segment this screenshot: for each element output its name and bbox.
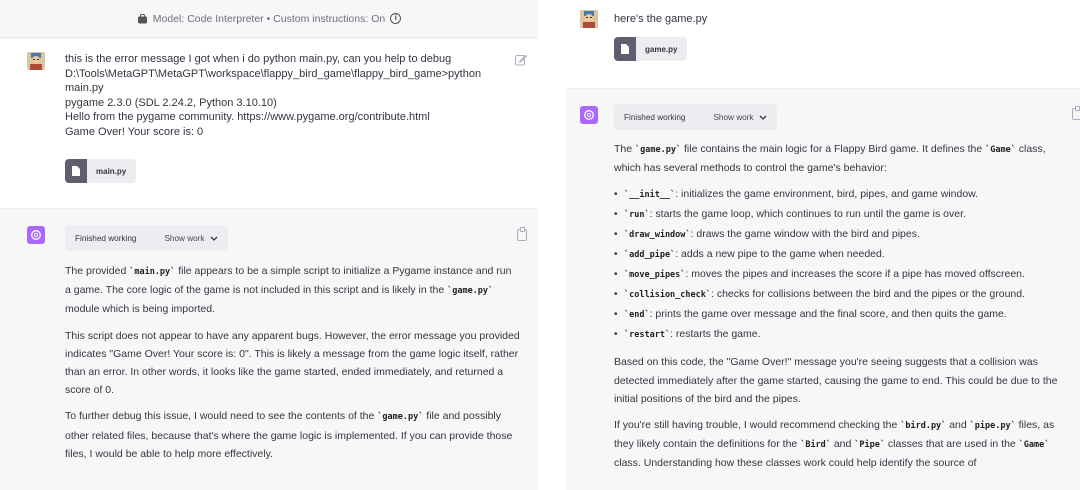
paragraph: Based on this code, the "Game Over!" mes… <box>614 356 1058 405</box>
list-item: `collision_check`: checks for collisions… <box>614 285 1064 305</box>
text: To further debug this issue, I would nee… <box>65 410 378 423</box>
chatgpt-avatar-icon <box>27 226 45 244</box>
text: The <box>614 143 636 155</box>
paragraph: To further debug this issue, I would nee… <box>65 407 520 463</box>
chevron-down-icon <box>760 115 767 120</box>
model-info-text: Model: Code Interpreter • Custom instruc… <box>152 12 386 25</box>
show-work-button[interactable]: Show work <box>713 113 767 122</box>
finished-working-label: Finished working <box>75 233 137 243</box>
text: : adds a new pipe to the game when neede… <box>675 248 885 261</box>
assistant-response-text: The provided `main.py` file appears to b… <box>65 262 520 471</box>
file-attachment-game[interactable]: game.py <box>614 37 688 61</box>
code-span: `main.py` <box>129 267 176 277</box>
list-item: `end`: prints the game over message and … <box>614 305 1064 325</box>
left-conversation-panel: Model: Code Interpreter • Custom instruc… <box>0 0 538 490</box>
info-icon[interactable]: i <box>390 13 402 24</box>
text: file contains the main logic for a Flapp… <box>681 143 986 155</box>
show-work-button[interactable]: Show work <box>164 234 218 243</box>
text: classes that are used in the <box>885 438 1019 451</box>
finished-working-pill: Finished working Show work <box>614 104 778 130</box>
list-item: `add_pipe`: adds a new pipe to the game … <box>614 245 1064 265</box>
chevron-down-icon <box>211 236 218 241</box>
code-span: `Game` <box>985 145 1016 155</box>
text: and <box>946 419 970 432</box>
paragraph: The `game.py` file contains the main log… <box>614 140 1064 177</box>
user-line: Hello from the pygame community. https:/… <box>65 111 430 124</box>
text: If you're still having trouble, I would … <box>614 419 901 432</box>
code-span: `game.py` <box>377 412 424 423</box>
code-span: `game.py` <box>635 145 682 155</box>
text: : restarts the game. <box>670 328 761 341</box>
list-item: `restart`: restarts the game. <box>614 325 1064 345</box>
copy-icon[interactable] <box>517 227 527 241</box>
copy-icon[interactable] <box>1072 106 1080 120</box>
paragraph: The provided `main.py` file appears to b… <box>65 262 520 319</box>
user-avatar <box>580 10 598 28</box>
code-span: `move_pipes` <box>624 270 686 281</box>
code-span: `pipe.py` <box>969 421 1016 432</box>
file-attachment-main[interactable]: main.py <box>65 159 137 183</box>
code-span: `collision_check` <box>624 290 711 301</box>
user-message: this is the error message I got when i d… <box>0 38 538 208</box>
code-span: `restart` <box>624 330 671 341</box>
file-icon <box>65 159 87 183</box>
show-work-label: Show work <box>164 233 205 243</box>
text: : initializes the game environment, bird… <box>675 188 979 201</box>
show-work-label: Show work <box>713 112 754 122</box>
user-avatar <box>27 52 45 70</box>
user-message-text: here's the game.py <box>614 13 708 25</box>
code-span: `Pipe` <box>854 440 885 451</box>
text: : prints the game over message and the f… <box>649 308 1007 321</box>
code-span: `game.py` <box>447 286 494 297</box>
text: : draws the game window with the bird an… <box>690 228 920 241</box>
file-name: game.py <box>645 44 678 54</box>
code-span: `run` <box>624 210 650 221</box>
right-conversation-panel: here's the game.py game.py Finished work… <box>566 0 1080 490</box>
text: The provided <box>65 265 130 277</box>
list-item: `run`: starts the game loop, which conti… <box>614 205 1064 225</box>
model-info-bar: Model: Code Interpreter • Custom instruc… <box>0 0 538 38</box>
text: : moves the pipes and increases the scor… <box>685 268 1025 281</box>
finished-working-pill: Finished working Show work <box>65 225 229 251</box>
chatgpt-avatar-icon <box>580 106 598 124</box>
edit-icon[interactable] <box>515 54 527 66</box>
file-icon <box>614 37 636 61</box>
user-line: main.py <box>65 82 104 95</box>
text: module which is being imported. <box>65 303 215 316</box>
text: and <box>830 438 855 451</box>
paragraph: If you're still having trouble, I would … <box>614 416 1064 473</box>
code-span: `end` <box>624 310 650 321</box>
user-message-text: this is the error message I got when i d… <box>65 52 481 140</box>
code-span: `Game` <box>1018 440 1050 451</box>
text: : checks for collisions between the bird… <box>711 288 1026 301</box>
user-line: pygame 2.3.0 (SDL 2.24.2, Python 3.10.10… <box>65 96 277 109</box>
paragraph: This script does not appear to have any … <box>65 329 520 397</box>
method-list: `__init__`: initializes the game environ… <box>614 185 1064 345</box>
user-line: D:\Tools\MetaGPT\MetaGPT\workspace\flapp… <box>65 67 482 80</box>
code-span: `bird.py` <box>900 421 947 432</box>
user-line: Game Over! Your score is: 0 <box>65 125 204 138</box>
list-item: `draw_window`: draws the game window wit… <box>614 225 1064 245</box>
code-span: `Bird` <box>800 440 831 451</box>
code-span: `add_pipe` <box>624 250 676 261</box>
text: : starts the game loop, which continues … <box>649 208 966 221</box>
list-item: `__init__`: initializes the game environ… <box>614 185 1064 205</box>
user-line: this is the error message I got when i d… <box>65 53 452 65</box>
file-name: main.py <box>96 166 127 176</box>
model-bag-icon <box>137 13 147 23</box>
text: class. Understanding how these classes w… <box>614 457 977 470</box>
finished-working-label: Finished working <box>624 112 686 122</box>
list-item: `move_pipes`: moves the pipes and increa… <box>614 265 1064 285</box>
assistant-message: Finished working Show work The `game.py`… <box>566 88 1080 490</box>
assistant-response-text: The `game.py` file contains the main log… <box>614 140 1064 481</box>
assistant-message: Finished working Show work The provided … <box>0 208 538 490</box>
code-span: `draw_window` <box>624 230 691 241</box>
code-span: `__init__` <box>624 190 676 201</box>
